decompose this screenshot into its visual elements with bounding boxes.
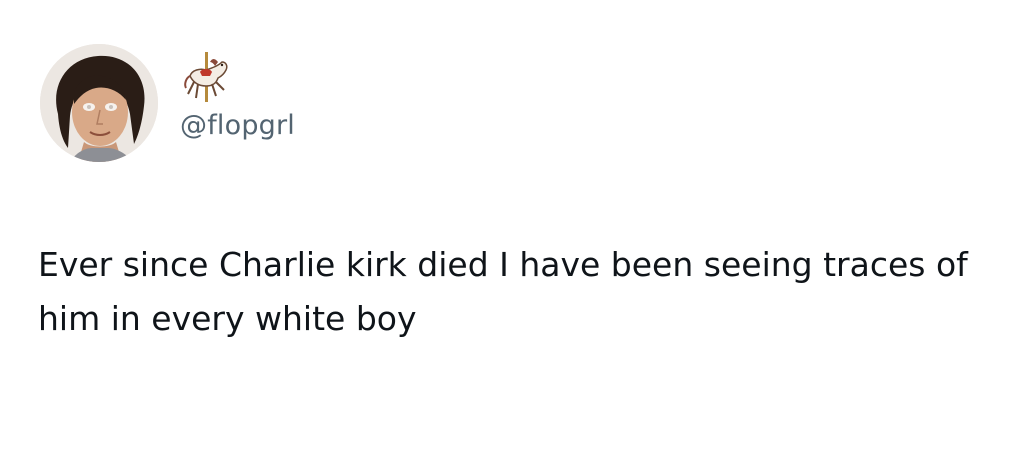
user-handle[interactable]: @flopgrl [180,108,295,144]
avatar[interactable] [40,44,158,162]
carousel-horse-icon [184,52,228,102]
profile-photo-icon [40,44,158,162]
display-name[interactable] [182,50,232,104]
tweet-text: Ever since Charlie kirk died I have been… [38,245,968,338]
tweet-card: @flopgrl Ever since Charlie kirk died I … [0,0,1024,472]
